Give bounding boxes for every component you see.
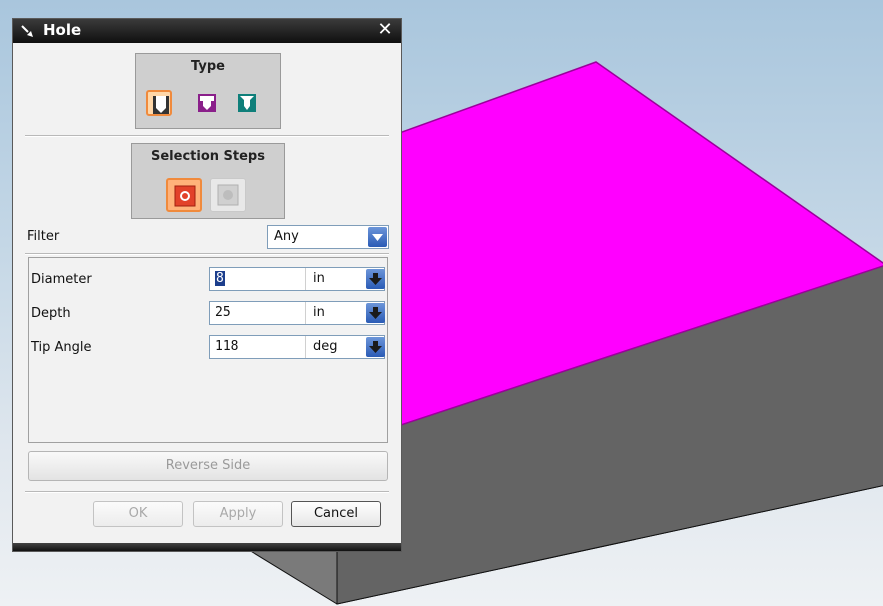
reverse-side-button[interactable]: Reverse Side [28,451,388,481]
filter-label: Filter [27,229,60,244]
diameter-label: Diameter [31,272,92,287]
depth-value[interactable]: 25 [215,305,231,320]
close-icon[interactable]: ✕ [375,20,395,40]
separator [25,491,389,493]
depth-unit: in [313,305,325,320]
dropdown-arrow-icon[interactable] [368,227,387,247]
dropdown-arrow-icon[interactable] [366,269,385,289]
filter-value: Any [274,229,299,244]
dialog-titlebar[interactable]: Hole ✕ [13,19,401,43]
tip-angle-value[interactable]: 118 [215,339,238,354]
tip-angle-label: Tip Angle [31,340,92,355]
tip-angle-unit-select[interactable]: deg [305,336,386,358]
depth-unit-select[interactable]: in [305,302,386,324]
placement-face-icon[interactable] [166,178,202,212]
dropdown-arrow-icon[interactable] [366,303,385,323]
counterbore-hole-icon[interactable] [194,90,220,116]
depth-field[interactable]: 25 in [209,301,385,325]
diameter-unit-select[interactable]: in [305,268,386,290]
thru-face-icon[interactable] [210,178,246,212]
separator [25,135,389,137]
separator [25,253,389,255]
countersink-hole-icon[interactable] [234,90,260,116]
type-group-label: Type [191,59,225,74]
diameter-field[interactable]: 8 in [209,267,385,291]
simple-hole-icon[interactable] [146,90,172,116]
pin-icon[interactable] [19,22,37,40]
selection-steps-group: Selection Steps [131,143,285,219]
filter-select[interactable]: Any [267,225,389,249]
dialog-bottom-bar [13,543,401,551]
cancel-button[interactable]: Cancel [291,501,381,527]
apply-button[interactable]: Apply [193,501,283,527]
selection-steps-label: Selection Steps [151,149,265,164]
dropdown-arrow-icon[interactable] [366,337,385,357]
type-group: Type [135,53,281,129]
tip-angle-field[interactable]: 118 deg [209,335,385,359]
depth-label: Depth [31,306,71,321]
diameter-unit: in [313,271,325,286]
hole-dialog: Hole ✕ Type Selection Steps Filter Any D… [12,18,402,552]
parameters-panel: Diameter 8 in Depth 25 in Tip Angle 118 [28,257,388,443]
ok-button[interactable]: OK [93,501,183,527]
diameter-value[interactable]: 8 [215,271,225,286]
tip-angle-unit: deg [313,339,338,354]
dialog-title: Hole [43,21,82,39]
